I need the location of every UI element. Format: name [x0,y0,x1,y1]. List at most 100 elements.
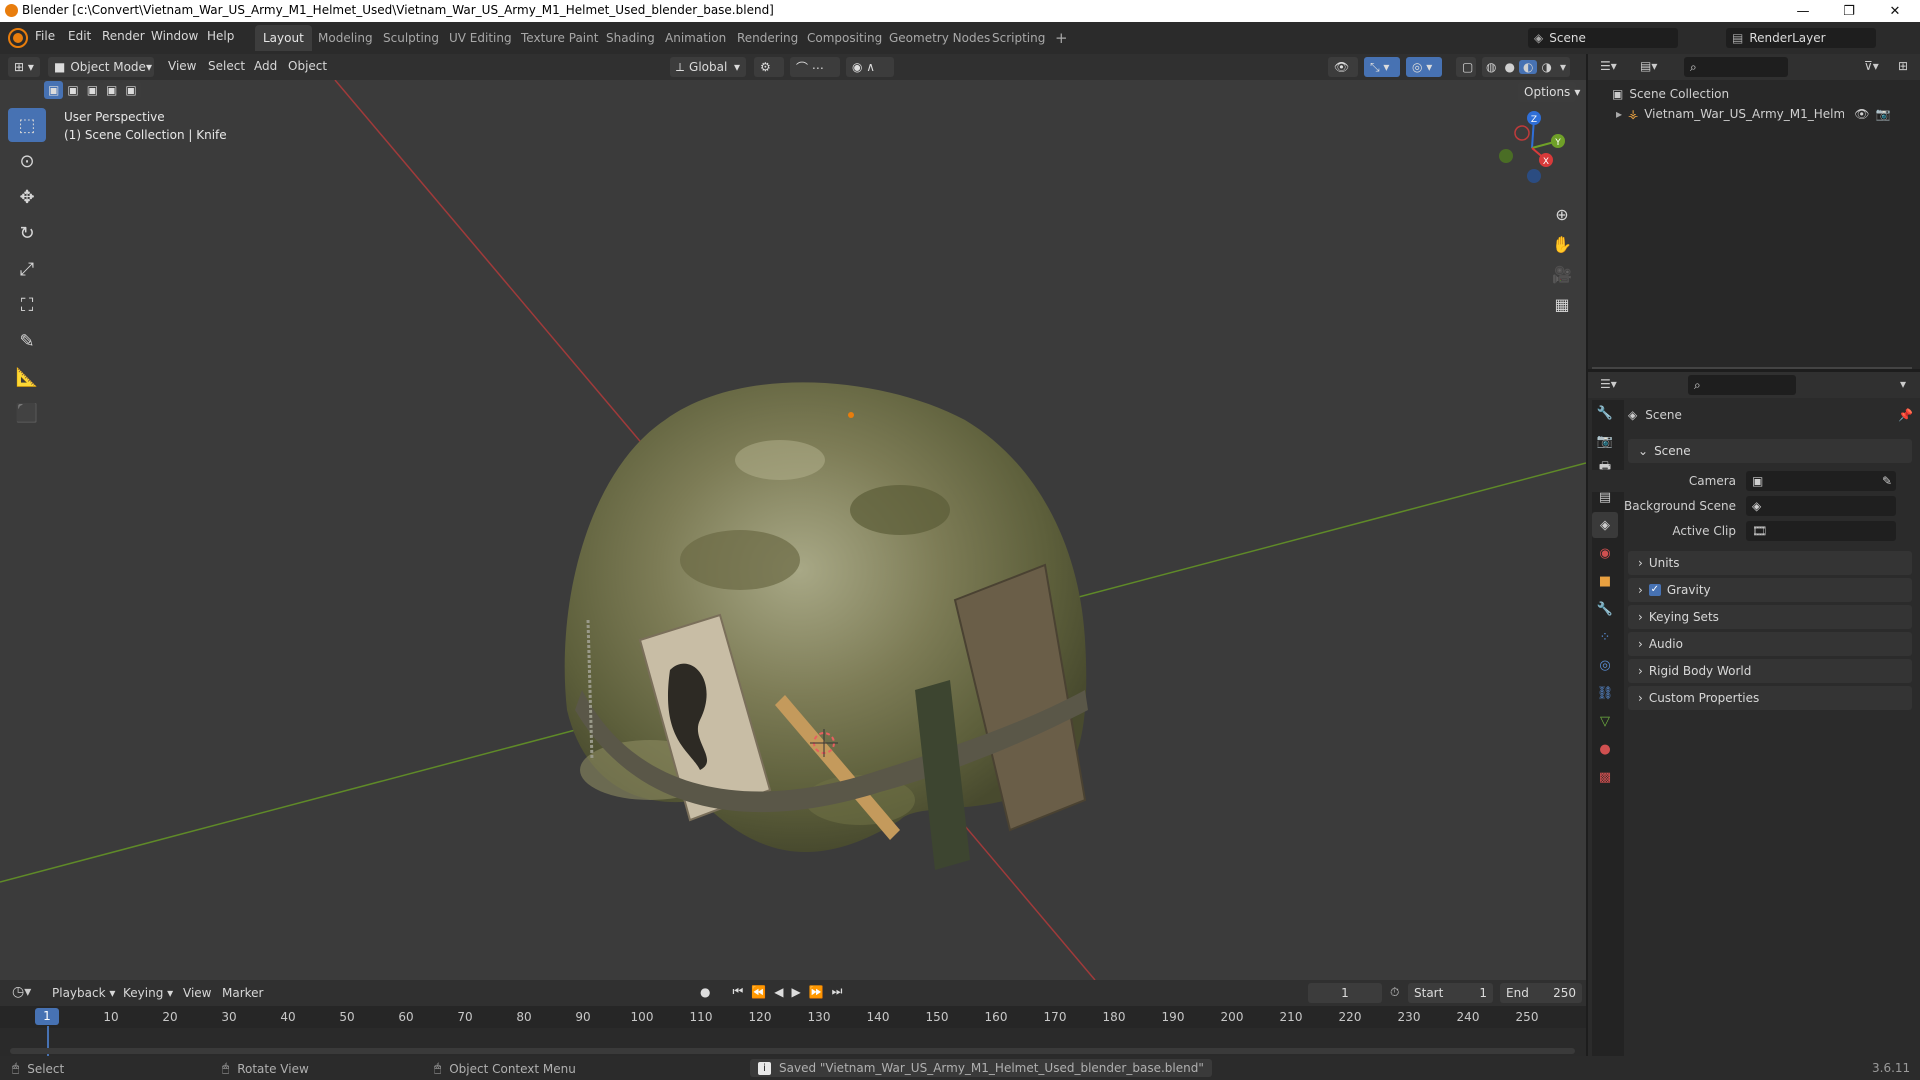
mode-dropdown[interactable]: ■ Object Mode ▾ [48,57,154,77]
editor-type-button[interactable]: ⊞ ▾ [8,57,40,77]
stopwatch-icon[interactable]: ⏱ [1390,985,1399,1000]
orientation-dropdown[interactable]: ⟂ Global ▾ [670,57,746,77]
playhead-marker[interactable]: 1 [35,1008,59,1025]
3d-viewport[interactable]: User Perspective (1) Scene Collection | … [0,80,1586,980]
background-scene-field[interactable]: ◈ [1746,496,1896,516]
menu-view[interactable]: View [168,59,196,73]
tab-sculpting[interactable]: Sculpting [375,25,447,51]
cursor-icon[interactable]: ⊙ [8,144,46,178]
jump-end-icon[interactable]: ⏭ [832,984,843,999]
tab-shading[interactable]: Shading [598,25,663,51]
menu-marker[interactable]: Marker [222,986,263,1000]
display-mode-icon[interactable]: ▤▾ [1640,59,1657,73]
object-tab-icon[interactable]: ■ [1592,568,1618,594]
tab-uv-editing[interactable]: UV Editing [441,25,520,51]
select-new-icon[interactable]: ▣ [44,81,64,99]
minimize-button[interactable]: — [1780,0,1826,22]
outliner-scrollbar[interactable] [1592,367,1912,369]
menu-playback[interactable]: Playback ▾ [52,986,115,1000]
rendered-shading-icon[interactable]: ◑ [1537,60,1555,74]
tab-geometry-nodes[interactable]: Geometry Nodes [881,25,998,51]
play-reverse-icon[interactable]: ◀ [774,985,783,999]
jump-start-icon[interactable]: ⏮ [732,984,743,999]
tab-animation[interactable]: Animation [657,25,734,51]
constraints-tab-icon[interactable]: ⛓ [1592,680,1618,706]
section-audio[interactable]: › Audio [1628,632,1912,656]
prev-keyframe-icon[interactable]: ⏪ [751,985,766,999]
zoom-icon[interactable]: ⊕ [1550,205,1574,229]
material-shading-icon[interactable]: ◐ [1518,60,1538,74]
outliner-item-row[interactable]: ▸ ⚶ Vietnam_War_US_Army_M1_Helmet_Us 👁 📷 [1616,104,1916,124]
particles-tab-icon[interactable]: ⁘ [1592,624,1618,650]
section-scene[interactable]: ⌄ Scene [1628,439,1912,463]
tool-tab-icon[interactable]: 🔧 [1592,400,1618,426]
data-tab-icon[interactable]: ▽ [1592,708,1618,734]
disclosure-icon[interactable]: ▸ [1616,107,1622,121]
tab-rendering[interactable]: Rendering [729,25,806,51]
visibility-button[interactable]: 👁 [1328,57,1358,77]
wireframe-shading-icon[interactable]: ◍ [1482,60,1500,74]
scale-icon[interactable]: ⤢ [8,252,46,286]
annotate-icon[interactable]: ✎ [8,324,46,358]
menu-window[interactable]: Window [151,29,198,43]
gravity-checkbox[interactable]: ✓ [1648,584,1661,596]
add-workspace-button[interactable]: + [1047,25,1076,51]
menu-render[interactable]: Render [102,29,145,43]
options-button[interactable]: Options ▾ [1518,82,1580,102]
chevron-down-icon[interactable]: ▾ [1556,60,1570,74]
camera-field[interactable]: ▣ ✎ [1746,471,1896,491]
select-intersect-icon[interactable]: ▣ [121,81,141,99]
outliner-editor-icon[interactable]: ☰▾ [1600,59,1617,73]
texture-tab-icon[interactable]: ▩ [1592,764,1618,790]
current-frame-field[interactable]: 1 [1308,983,1382,1003]
menu-file[interactable]: File [35,29,55,43]
eyedropper-icon[interactable]: ✎ [1882,474,1892,488]
menu-object[interactable]: Object [288,59,327,73]
add-cube-icon[interactable]: ⬛ [8,396,46,430]
view-layer-selector[interactable]: ▤ RenderLayer [1726,28,1876,48]
transform-icon[interactable]: ⛶ [8,288,46,322]
eye-icon[interactable]: 👁 [1854,107,1869,121]
rotate-icon[interactable]: ↻ [8,216,46,250]
select-box-icon[interactable]: ⬚ [8,108,46,142]
filter-icon[interactable]: ⊽▾ [1864,59,1879,73]
pin-icon[interactable]: 📌 [1898,408,1913,422]
navigation-gizmo[interactable]: Z Y X [1492,108,1572,188]
section-keying-sets[interactable]: › Keying Sets [1628,605,1912,629]
chevron-down-icon[interactable]: ▾ [1900,377,1906,391]
material-tab-icon[interactable]: ● [1592,736,1618,762]
snap-button[interactable]: ⌒ ⋯ [790,57,840,77]
pivot-button[interactable]: ⚙ [754,57,784,77]
render-tab-icon[interactable]: 📷 [1592,428,1618,454]
blender-menu-icon[interactable] [8,28,28,48]
section-custom-properties[interactable]: › Custom Properties [1628,686,1912,710]
gizmo-toggle-button[interactable]: ⤡ ▾ [1364,57,1400,77]
camera-view-icon[interactable]: 🎥 [1550,265,1574,289]
overlay-toggle-button[interactable]: ◎ ▾ [1406,57,1442,77]
section-gravity[interactable]: › ✓ Gravity [1628,578,1912,602]
menu-help[interactable]: Help [207,29,234,43]
select-extend-icon[interactable]: ▣ [63,81,83,99]
move-icon[interactable]: ✥ [8,180,46,214]
tab-modeling[interactable]: Modeling [310,25,381,51]
next-keyframe-icon[interactable]: ⏩ [809,985,824,999]
timeline-area[interactable]: 1 10 20 30 40 50 60 70 80 90 100 110 120… [0,1006,1586,1056]
solid-shading-icon[interactable]: ● [1500,60,1518,74]
tab-scripting[interactable]: Scripting [984,25,1053,51]
close-button[interactable]: ✕ [1872,0,1918,22]
pan-hand-icon[interactable]: ✋ [1550,235,1574,259]
record-icon[interactable]: ● [700,985,710,999]
outliner-root-row[interactable]: ▣ Scene Collection [1612,84,1729,104]
proportional-edit-button[interactable]: ◉ ∧ [846,57,894,77]
tab-layout[interactable]: Layout [255,25,312,51]
select-invert-icon[interactable]: ▣ [102,81,122,99]
outliner-search-input[interactable]: ⌕ [1684,57,1788,77]
physics-tab-icon[interactable]: ◎ [1592,652,1618,678]
clock-editor-icon[interactable]: ◷▾ [12,984,31,1000]
tab-texture-paint[interactable]: Texture Paint [513,25,606,51]
menu-keying[interactable]: Keying ▾ [123,986,173,1000]
play-icon[interactable]: ▶ [791,985,800,999]
scene-selector[interactable]: ◈ Scene [1528,28,1678,48]
start-frame-field[interactable]: Start 1 [1408,983,1493,1003]
section-rigid-body-world[interactable]: › Rigid Body World [1628,659,1912,683]
